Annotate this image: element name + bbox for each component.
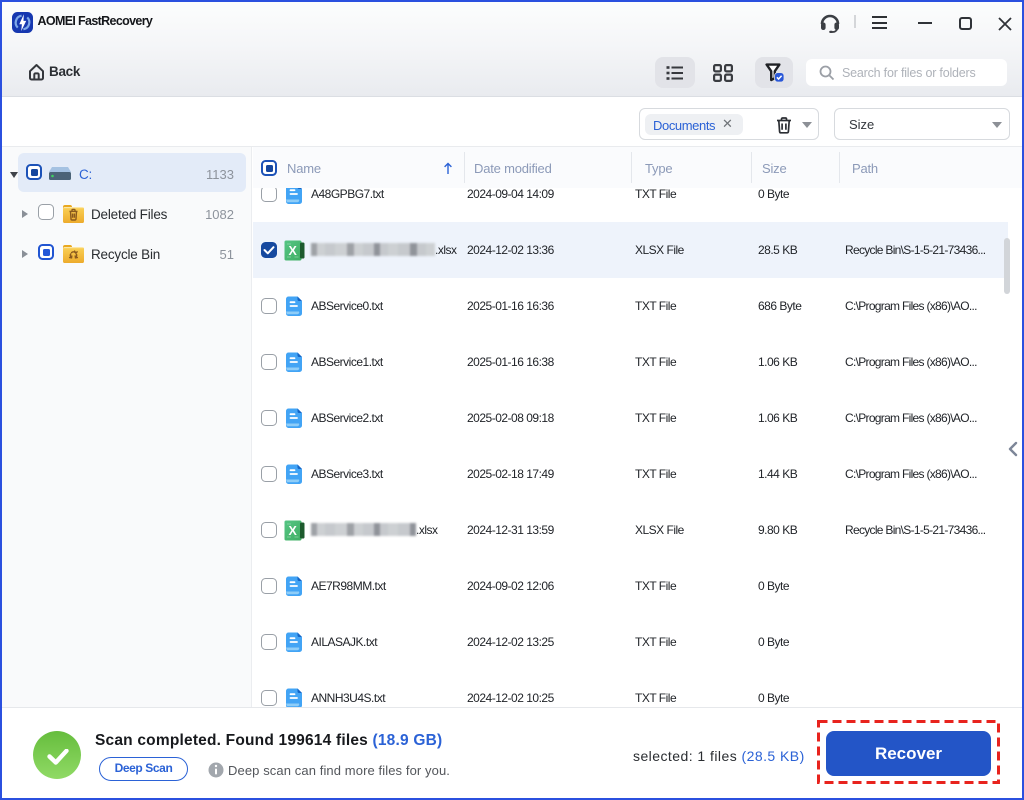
svg-text:X: X (289, 244, 298, 258)
svg-text:X: X (289, 524, 298, 538)
